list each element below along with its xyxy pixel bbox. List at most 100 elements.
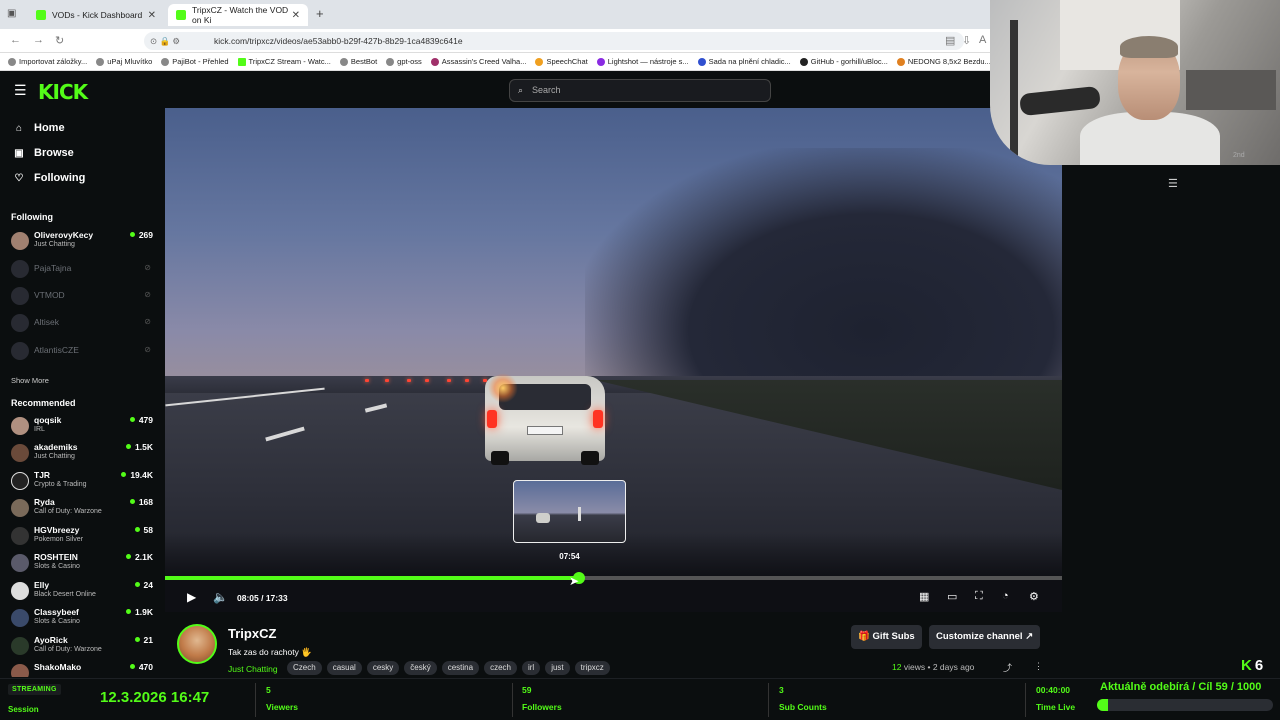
datetime-display: 12.3.2026 16:47	[100, 689, 210, 706]
bookmark-item[interactable]: PajiBot - Přehled	[161, 57, 229, 66]
following-channel[interactable]: VTMOD ⊘	[11, 284, 153, 310]
kick-logo-icon: K	[1241, 657, 1252, 674]
tag[interactable]: český	[404, 661, 437, 675]
close-tab-icon[interactable]: ✕	[292, 10, 300, 21]
bookmark-item[interactable]: NEDONG 8,5x2 Bezdu...	[896, 57, 991, 66]
download-icon[interactable]: ⇩	[962, 34, 971, 47]
tag[interactable]: irl	[521, 661, 541, 675]
offline-icon: ⊘	[144, 345, 151, 354]
divider	[512, 683, 513, 717]
bookmark-item[interactable]: SpeechChat	[535, 57, 588, 66]
play-icon[interactable]: ▶	[187, 590, 196, 604]
recommended-channel[interactable]: Elly Black Desert Online 24	[11, 579, 153, 605]
channel-avatar[interactable]	[177, 624, 217, 664]
avatar	[11, 664, 29, 677]
recommended-channel[interactable]: HGVbreezy Pokemon Silver 58	[11, 524, 153, 550]
more-options-icon[interactable]: ⋮	[1034, 661, 1043, 672]
views-count: 12	[892, 662, 902, 672]
recommended-channel[interactable]: Classybeef Slots & Casino 1.9K	[11, 606, 153, 632]
video-age: 2 days ago	[932, 662, 975, 672]
recommended-channel[interactable]: ROSHTEIN Slots & Casino 2.1K	[11, 551, 153, 577]
sub-goal-text: Aktuálně odebírá / Cíl 59 / 1000	[1100, 681, 1262, 693]
following-channel[interactable]: PajaTajna ⊘	[11, 257, 153, 283]
screenshot-icon[interactable]: ▤	[945, 34, 955, 47]
bookmark-item[interactable]: TripxCZ Stream - Watc...	[237, 57, 331, 66]
chat-badge-text: 2nd	[1233, 152, 1245, 159]
avatar	[11, 609, 29, 627]
tab-tripxcz-vod[interactable]: TripxCZ - Watch the VOD on Ki ✕	[168, 4, 308, 26]
tab-search-icon[interactable]: ▣	[7, 8, 16, 19]
bookmark-item[interactable]: gpt-oss	[386, 57, 422, 66]
tag[interactable]: just	[545, 661, 570, 675]
viewers-value: 5	[266, 685, 271, 695]
site-info-icon[interactable]: ⊙ 🔒 ⚙	[150, 32, 180, 50]
new-tab-button[interactable]: +	[316, 6, 324, 21]
tab-vods-dashboard[interactable]: VODs - Kick Dashboard ✕	[28, 4, 164, 26]
recommended-channel[interactable]: akademiks Just Chatting 1.5K	[11, 441, 153, 467]
recommended-channel[interactable]: TJR Crypto & Trading 19.4K	[11, 469, 153, 495]
video-frame-trees	[585, 148, 1062, 408]
following-channel[interactable]: OliverovyKecy Just Chatting 269	[11, 229, 153, 255]
theater-mode-icon[interactable]: ▭	[947, 590, 957, 603]
browse-icon: ▣	[14, 147, 24, 159]
url-field[interactable]: ⊙ 🔒 ⚙ kick.com/tripxcz/videos/ae53abb0-b…	[144, 32, 964, 50]
tag[interactable]: cestina	[441, 661, 480, 675]
following-channel[interactable]: AtlantisCZE ⊘	[11, 339, 153, 365]
tag[interactable]: casual	[326, 661, 362, 675]
bookmark-item[interactable]: Lightshot — nástroje s...	[596, 57, 689, 66]
seek-bar[interactable]	[165, 572, 1062, 584]
stream-category[interactable]: Just Chatting	[228, 664, 278, 674]
customize-channel-button[interactable]: Customize channel ↗	[929, 625, 1041, 649]
chat-filter-icon[interactable]: ☰	[1168, 177, 1178, 190]
following-channel[interactable]: Altisek ⊘	[11, 311, 153, 337]
playback-speed-icon[interactable]: ◔	[1002, 590, 1009, 602]
bookmark-item[interactable]: uPaj Mluvítko	[96, 57, 152, 66]
bookmark-item[interactable]: BestBot	[339, 57, 377, 66]
bookmark-item[interactable]: Sada na plnění chladic...	[697, 57, 791, 66]
share-icon[interactable]: ⤴	[1003, 661, 1012, 674]
recommended-channel[interactable]: AyoRick Call of Duty: Warzone 21	[11, 634, 153, 660]
reload-icon[interactable]: ↻	[55, 34, 64, 47]
back-icon[interactable]: ←	[10, 34, 21, 46]
tag[interactable]: tripxcz	[574, 661, 610, 675]
sub-goal-progress	[1097, 699, 1108, 711]
avatar	[11, 342, 29, 360]
nav-home[interactable]: ⌂ Home	[12, 122, 65, 134]
indicator-glow	[488, 373, 518, 403]
search-placeholder: Search	[532, 85, 561, 95]
nav-following[interactable]: ♡ Following	[12, 172, 86, 184]
channel-name[interactable]: TripxCZ	[228, 626, 276, 641]
tag[interactable]: czech	[484, 661, 517, 675]
tag[interactable]: Czech	[287, 661, 322, 675]
player-controls: ▶ 🔈 08:05 / 17:33 ▦ ▭ ⛶ ◔ ⚙	[165, 586, 1062, 610]
search-input[interactable]: ⌕ Search	[509, 79, 771, 102]
close-tab-icon[interactable]: ✕	[148, 10, 156, 21]
fullscreen-icon[interactable]: ⛶	[975, 590, 983, 603]
kick-logo[interactable]: KICK	[38, 80, 88, 104]
followers-value: 59	[522, 685, 532, 695]
nav-browse[interactable]: ▣ Browse	[12, 147, 73, 159]
bookmark-item[interactable]: Importovat záložky...	[8, 57, 87, 66]
viewers-label: Viewers	[266, 702, 298, 712]
tag[interactable]: cesky	[366, 661, 400, 675]
recommended-channel[interactable]: Ryda Call of Duty: Warzone 168	[11, 496, 153, 522]
recommended-channel[interactable]: qoqsik IRL 479	[11, 414, 153, 440]
recommended-section-title: Recommended	[11, 398, 76, 408]
time-live-label: Time Live	[1036, 702, 1076, 712]
bookmark-item[interactable]: GitHub - gorhill/uBloc...	[799, 57, 888, 66]
video-player[interactable]: 07:54 ➤ ▶ 🔈 08:05 / 17:33 ▦ ▭ ⛶ ◔ ⚙	[165, 108, 1062, 612]
clip-icon[interactable]: ▦	[919, 590, 929, 603]
settings-gear-icon[interactable]: ⚙	[1029, 590, 1039, 603]
gift-subs-button[interactable]: 🎁 Gift Subs	[851, 625, 922, 649]
stream-title: Tak zas do rachoty 🖐	[228, 647, 312, 657]
translate-icon[interactable]: A	[979, 34, 986, 46]
tab-title: TripxCZ - Watch the VOD on Ki	[192, 5, 289, 25]
tab-title: VODs - Kick Dashboard	[52, 10, 143, 20]
recommended-channel[interactable]: ShakoMako 470	[11, 661, 153, 677]
traffic-lights	[355, 373, 495, 389]
forward-icon[interactable]: →	[33, 34, 44, 46]
hamburger-menu-icon[interactable]: ☰	[14, 82, 27, 99]
show-more-link[interactable]: Show More	[11, 376, 49, 385]
volume-icon[interactable]: 🔈	[213, 590, 228, 604]
bookmark-item[interactable]: Assassin's Creed Valha...	[430, 57, 526, 66]
